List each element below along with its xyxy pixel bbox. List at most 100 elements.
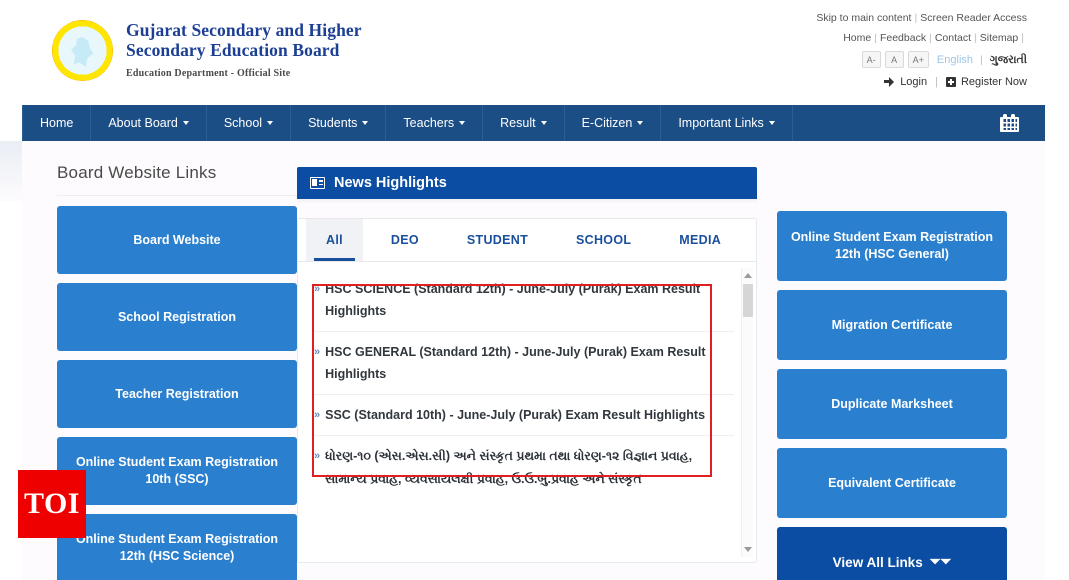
accessibility-row: Skip to main content | Screen Reader Acces… (816, 11, 1027, 25)
news-panel-title: News Highlights (334, 175, 447, 191)
utility-bar: Skip to main content | Screen Reader Acces… (816, 11, 1027, 89)
screen-reader-access-link[interactable]: Screen Reader Access (920, 12, 1027, 24)
sidebar-item-board-website[interactable]: Board Website (57, 206, 297, 274)
list-item[interactable]: » ધોરણ-૧૦ (એસ.એસ.સી) અને સંસ્કૃત પ્રથમા … (314, 436, 734, 500)
login-link[interactable]: Login (900, 75, 927, 89)
news-item-text: HSC GENERAL (Standard 12th) - June-July … (325, 345, 706, 381)
sidebar-item-duplicate-marksheet[interactable]: Duplicate Marksheet (777, 369, 1007, 439)
button-label: Board Website (133, 232, 221, 247)
nav-label: About Board (108, 116, 178, 130)
tab-student[interactable]: STUDENT (447, 219, 548, 261)
nav-item-e-citizen[interactable]: E-Citizen (565, 105, 662, 141)
list-item[interactable]: » HSC GENERAL (Standard 12th) - June-Jul… (314, 332, 734, 395)
font-increase-button[interactable]: A+ (907, 51, 929, 68)
nav-item-about-board[interactable]: About Board (91, 105, 207, 141)
site-logo[interactable]: Gujarat Secondary and Higher Secondary E… (52, 20, 362, 81)
tab-media[interactable]: MEDIA (659, 219, 741, 261)
nav-item-home[interactable]: Home (22, 105, 92, 141)
sidebar-item-exam-registration-10th[interactable]: Online Student Exam Registration 10th (S… (57, 437, 297, 505)
news-icon (310, 177, 325, 189)
separator: | (974, 32, 977, 44)
scroll-down-arrow-icon[interactable] (744, 547, 752, 552)
gseb-emblem-icon (52, 20, 113, 81)
calendar-body (1000, 117, 1019, 132)
utility-link-feedback[interactable]: Feedback (880, 32, 926, 44)
button-label: Online Student Exam Registration 12th (H… (75, 532, 279, 563)
news-icon-line1 (318, 180, 323, 182)
button-label: Teacher Registration (115, 386, 239, 401)
chevron-down-icon (768, 121, 775, 125)
tab-label: All (326, 233, 343, 247)
page-root: Gujarat Secondary and Higher Secondary E… (0, 0, 1069, 580)
divider (57, 195, 297, 196)
tab-label: SCHOOL (576, 233, 632, 247)
chevron-down-icon (540, 121, 547, 125)
font-default-button[interactable]: A (884, 51, 904, 68)
site-title-block: Gujarat Secondary and Higher Secondary E… (126, 20, 362, 80)
separator: | (874, 32, 877, 44)
language-gujarati-link[interactable]: ગુજરાતી (990, 53, 1027, 67)
nav-item-important-links[interactable]: Important Links (661, 105, 793, 141)
bullet-icon: » (314, 409, 321, 421)
nav-label: Important Links (678, 116, 764, 130)
register-now-link[interactable]: Register Now (961, 75, 1027, 89)
sidebar-item-school-registration[interactable]: School Registration (57, 283, 297, 351)
news-list-scrollbar[interactable] (741, 268, 753, 557)
chevron-down-icon (267, 121, 274, 125)
button-label: School Registration (117, 309, 237, 324)
sidebar-item-migration-certificate[interactable]: Migration Certificate (777, 290, 1007, 360)
chevron-down-icon (362, 121, 369, 125)
nav-item-school[interactable]: School (207, 105, 292, 141)
news-list: » HSC SCIENCE (Standard 12th) - June-Jul… (298, 262, 756, 562)
left-sidebar-heading: Board Website Links (57, 163, 217, 182)
language-english-link[interactable]: English (937, 53, 973, 67)
nav-label: Result (500, 116, 536, 130)
nav-item-teachers[interactable]: Teachers (386, 105, 484, 141)
skip-to-main-content-link[interactable]: Skip to main content (816, 12, 911, 24)
calendar-icon[interactable] (1000, 114, 1019, 132)
main-navigation: Home About Board School Students Teacher… (22, 105, 1045, 141)
bullet-icon: » (314, 283, 321, 295)
right-sidebar: Online Student Exam Registration 12th (H… (777, 211, 1007, 580)
scrollbar-thumb[interactable] (743, 284, 753, 317)
scroll-up-arrow-icon[interactable] (744, 273, 752, 278)
button-label: Duplicate Marksheet (831, 396, 953, 411)
nav-item-result[interactable]: Result (483, 105, 565, 141)
separator: | (935, 76, 938, 88)
plus-square-icon (945, 77, 956, 87)
list-item[interactable]: » SSC (Standard 10th) - June-July (Purak… (314, 395, 734, 436)
news-item-text: SSC (Standard 10th) - June-July (Purak) … (325, 408, 706, 422)
utility-link-contact[interactable]: Contact (935, 32, 971, 44)
auth-row: Login | Register Now (816, 75, 1027, 89)
site-title-line1: Gujarat Secondary and Higher (126, 20, 362, 40)
left-sidebar: Board Website Links Board Website School… (57, 163, 297, 580)
news-icon-line2 (318, 183, 323, 185)
view-all-links-button[interactable]: View All Links ⏷⏷ (777, 527, 1007, 580)
nav-label: Home (40, 116, 74, 130)
site-header: Gujarat Secondary and Higher Secondary E… (0, 0, 1045, 105)
sidebar-item-teacher-registration[interactable]: Teacher Registration (57, 360, 297, 428)
login-arrow-icon (884, 77, 895, 87)
tab-deo[interactable]: DEO (371, 219, 439, 261)
utility-link-sitemap[interactable]: Sitemap (980, 32, 1019, 44)
sidebar-item-exam-registration-12th-general[interactable]: Online Student Exam Registration 12th (H… (777, 211, 1007, 281)
news-tabs: All DEO STUDENT SCHOOL MEDIA (298, 219, 756, 262)
button-label: Online Student Exam Registration 12th (H… (790, 230, 994, 261)
tab-all[interactable]: All (306, 219, 363, 261)
news-item-text: ધોરણ-૧૦ (એસ.એસ.સી) અને સંસ્કૃત પ્રથમા તથ… (325, 449, 693, 486)
separator: | (1021, 32, 1024, 44)
sidebar-item-exam-registration-12th-science[interactable]: Online Student Exam Registration 12th (H… (57, 514, 297, 580)
tab-label: MEDIA (679, 233, 722, 247)
sidebar-item-equivalent-certificate[interactable]: Equivalent Certificate (777, 448, 1007, 518)
news-highlights-panel: News Highlights All DEO STUDENT SCHOOL M… (297, 167, 757, 563)
nav-label: School (223, 116, 263, 130)
nav-item-students[interactable]: Students (291, 105, 387, 141)
tab-school[interactable]: SCHOOL (556, 219, 651, 261)
nav-label: E-Citizen (581, 116, 633, 130)
news-item-text: HSC SCIENCE (Standard 12th) - June-July … (325, 282, 701, 318)
button-label: Online Student Exam Registration 10th (S… (75, 455, 279, 486)
utility-link-home[interactable]: Home (843, 32, 871, 44)
list-item[interactable]: » HSC SCIENCE (Standard 12th) - June-Jul… (314, 269, 734, 332)
font-decrease-button[interactable]: A- (861, 51, 881, 68)
